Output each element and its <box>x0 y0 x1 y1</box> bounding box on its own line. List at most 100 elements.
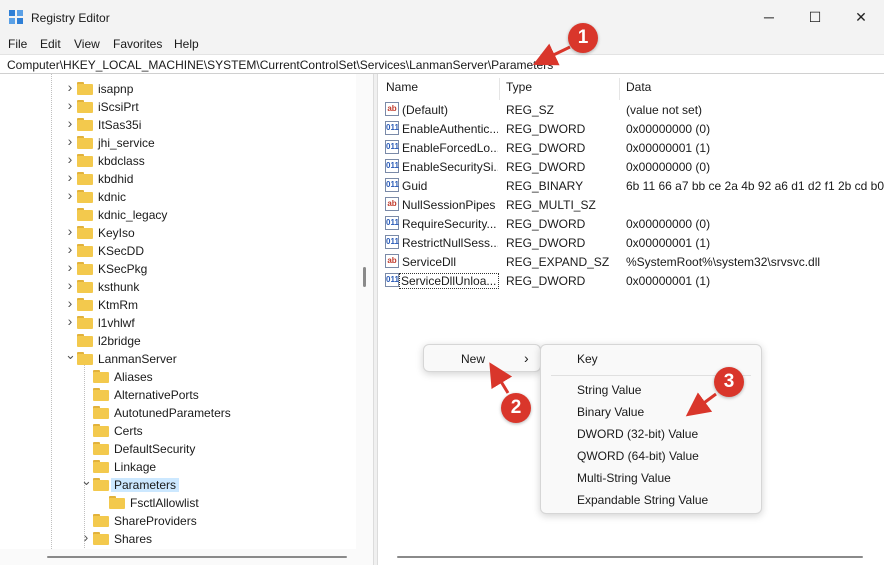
tree-item-label: l1vhlwf <box>98 316 135 330</box>
folder-icon <box>109 496 125 509</box>
folder-icon <box>93 442 109 455</box>
value-row[interactable]: 011 EnableSecuritySi... REG_DWORD 0x0000000… <box>378 157 884 176</box>
value-type: REG_DWORD <box>506 141 586 155</box>
value-data: 0x00000000 (0) <box>626 122 711 136</box>
scrollbar-thumb[interactable] <box>397 556 863 558</box>
menu-favorites[interactable]: Favorites <box>113 37 162 51</box>
chevron-right-icon[interactable]: › <box>65 98 75 112</box>
binary-value-icon: 011 <box>385 178 399 192</box>
registry-editor-icon <box>9 10 24 25</box>
value-data: 0x00000001 (1) <box>626 236 711 250</box>
close-button[interactable]: ✕ <box>838 0 884 34</box>
menu-edit[interactable]: Edit <box>40 37 61 51</box>
value-name: RestrictNullSess... <box>402 236 498 250</box>
column-divider[interactable] <box>619 78 620 100</box>
chevron-right-icon[interactable]: › <box>65 242 75 256</box>
chevron-right-icon[interactable]: › <box>65 296 75 310</box>
list-horizontal-scrollbar[interactable] <box>378 549 884 565</box>
chevron-right-icon[interactable]: › <box>65 224 75 238</box>
binary-value-icon: 011 <box>385 159 399 173</box>
value-row[interactable]: 011 RequireSecurity... REG_DWORD 0x00000000… <box>378 214 884 233</box>
binary-value-icon: 011 <box>385 140 399 154</box>
binary-value-icon: 011 <box>385 273 399 287</box>
menu-item-dword-value[interactable]: DWORD (32-bit) Value <box>577 427 698 441</box>
folder-icon <box>77 352 93 365</box>
value-row[interactable]: ab NullSessionPipes REG_MULTI_SZ <box>378 195 884 214</box>
chevron-right-icon[interactable]: › <box>81 530 91 544</box>
chevron-right-icon[interactable]: › <box>65 80 75 94</box>
folder-icon <box>93 406 109 419</box>
context-menu: New › <box>423 344 541 372</box>
value-type: REG_DWORD <box>506 236 586 250</box>
tree-item-label: KSecPkg <box>98 262 148 276</box>
column-header-data[interactable]: Data <box>626 80 651 98</box>
value-name: EnableSecuritySi... <box>402 160 498 174</box>
binary-value-icon: 011 <box>385 235 399 249</box>
value-row[interactable]: ab (Default) REG_SZ (value not set) <box>378 100 884 119</box>
value-row[interactable]: 011 ServiceDllUnloa... REG_DWORD 0x00000001… <box>378 271 884 290</box>
chevron-right-icon[interactable]: › <box>65 152 75 166</box>
address-bar[interactable]: Computer\HKEY_LOCAL_MACHINE\SYSTEM\Curre… <box>0 54 884 74</box>
callout-badge-1: 1 <box>568 23 598 53</box>
address-path[interactable]: Computer\HKEY_LOCAL_MACHINE\SYSTEM\Curre… <box>7 58 553 72</box>
value-row[interactable]: 011 Guid REG_BINARY 6b 11 66 a7 bb ce 2a 4b… <box>378 176 884 195</box>
scrollbar-thumb[interactable] <box>363 267 366 287</box>
folder-icon <box>93 424 109 437</box>
value-row[interactable]: ab ServiceDll REG_EXPAND_SZ %SystemRoot%\sy… <box>378 252 884 271</box>
menu-item-expandable-string-value[interactable]: Expandable String Value <box>577 493 708 507</box>
folder-icon <box>77 154 93 167</box>
menu-item-string-value[interactable]: String Value <box>577 383 641 397</box>
menu-item-qword-value[interactable]: QWORD (64-bit) Value <box>577 449 699 463</box>
tree-item-label: Certs <box>114 424 143 438</box>
chevron-right-icon[interactable]: › <box>65 314 75 328</box>
tree-item-label: Parameters <box>111 478 180 492</box>
value-data: %SystemRoot%\system32\srvsvc.dll <box>626 255 821 269</box>
chevron-right-icon[interactable]: › <box>65 188 75 202</box>
value-data: 0x00000000 (0) <box>626 160 711 174</box>
menu-item-binary-value[interactable]: Binary Value <box>577 405 644 419</box>
string-value-icon: ab <box>385 102 399 116</box>
chevron-right-icon[interactable]: › <box>65 134 75 148</box>
chevron-down-icon[interactable]: ⌄ <box>81 474 92 487</box>
column-divider[interactable] <box>499 78 500 100</box>
chevron-right-icon[interactable]: › <box>65 260 75 274</box>
value-name: NullSessionPipes <box>402 198 496 212</box>
folder-icon <box>77 262 93 275</box>
tree-item-label: DefaultSecurity <box>114 442 196 456</box>
value-type: REG_BINARY <box>506 179 584 193</box>
scrollbar-thumb[interactable] <box>47 556 347 558</box>
menu-view[interactable]: View <box>74 37 100 51</box>
folder-icon <box>93 460 109 473</box>
value-type: REG_DWORD <box>506 217 586 231</box>
column-header-name[interactable]: Name <box>386 80 418 98</box>
value-data: 0x00000001 (1) <box>626 141 711 155</box>
minimize-button[interactable]: ─ <box>746 0 792 34</box>
chevron-right-icon[interactable]: › <box>65 278 75 292</box>
folder-icon <box>93 514 109 527</box>
maximize-button[interactable]: ☐ <box>792 0 838 34</box>
tree-horizontal-scrollbar[interactable] <box>0 549 356 565</box>
value-name: Guid <box>402 179 428 193</box>
chevron-right-icon[interactable]: › <box>65 116 75 130</box>
value-type: REG_SZ <box>506 103 555 117</box>
value-row[interactable]: 011 EnableAuthentic... REG_DWORD 0x00000000… <box>378 119 884 138</box>
menu-file[interactable]: File <box>8 37 27 51</box>
value-row[interactable]: 011 EnableForcedLo... REG_DWORD 0x00000001 … <box>378 138 884 157</box>
menu-item-new[interactable]: New <box>461 352 485 366</box>
chevron-down-icon[interactable]: ⌄ <box>65 348 76 361</box>
key-tree[interactable]: › isapnp › iScsiPrt › ItSas35i › jhi_service › kb… <box>0 74 373 565</box>
column-header-type[interactable]: Type <box>506 80 532 98</box>
tree-item-label: LanmanServer <box>98 352 177 366</box>
tree-vertical-scrollbar[interactable] <box>356 74 373 565</box>
folder-icon <box>93 532 109 545</box>
folder-icon <box>77 190 93 203</box>
value-name: ServiceDll <box>402 255 457 269</box>
window-title: Registry Editor <box>31 11 110 25</box>
tree-item-label: KeyIso <box>98 226 135 240</box>
menu-help[interactable]: Help <box>174 37 199 51</box>
menu-item-key[interactable]: Key <box>577 352 598 366</box>
chevron-right-icon[interactable]: › <box>65 170 75 184</box>
menu-item-multi-string-value[interactable]: Multi-String Value <box>577 471 671 485</box>
tree-item-label: kdnic <box>98 190 127 204</box>
value-row[interactable]: 011 RestrictNullSess... REG_DWORD 0x0000000… <box>378 233 884 252</box>
